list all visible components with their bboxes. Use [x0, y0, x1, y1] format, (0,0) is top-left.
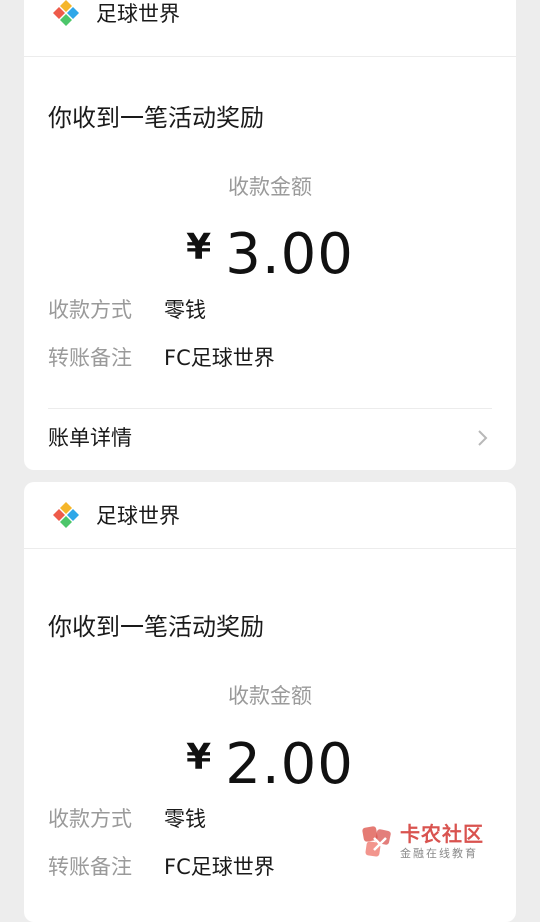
payment-method-label: 收款方式	[48, 807, 132, 831]
watermark-subtitle: 金融在线教育	[400, 847, 478, 860]
chevron-right-icon	[478, 430, 488, 446]
headline: 你收到一笔活动奖励	[48, 104, 264, 132]
amount-label: 收款金额	[228, 684, 312, 708]
bill-details-label: 账单详情	[48, 426, 132, 450]
payment-method-value: 零钱	[164, 298, 206, 322]
transfer-note-label: 转账备注	[48, 346, 132, 370]
transfer-note-value: FC足球世界	[164, 346, 275, 370]
kanong-logo-icon	[362, 826, 391, 857]
football-world-logo-icon	[53, 0, 79, 26]
transfer-note-row: 转账备注 FC足球世界	[48, 343, 492, 373]
bill-details-row[interactable]: 账单详情	[48, 418, 492, 458]
payment-method-label: 收款方式	[48, 298, 132, 322]
card-header: 足球世界	[24, 0, 516, 57]
amount: ¥3.00	[24, 218, 516, 298]
reward-card-1: 足球世界 你收到一笔活动奖励 收款金额 ¥3.00 收款方式 零钱 转账备注 F…	[24, 0, 516, 470]
currency-symbol: ¥	[186, 737, 212, 778]
app-name: 足球世界	[96, 504, 180, 528]
amount-label: 收款金额	[228, 175, 312, 199]
app-name: 足球世界	[96, 2, 180, 26]
currency-symbol: ¥	[186, 227, 212, 268]
amount: ¥2.00	[24, 728, 516, 808]
card-header: 足球世界	[24, 482, 516, 549]
amount-value: 2.00	[225, 732, 354, 797]
payment-method-row: 收款方式 零钱	[48, 295, 492, 325]
football-world-logo-icon	[53, 502, 79, 528]
transfer-note-value: FC足球世界	[164, 855, 275, 879]
divider	[48, 408, 492, 409]
watermark-title: 卡农社区	[400, 822, 484, 846]
kanong-watermark: 卡农社区 金融在线教育	[360, 822, 500, 862]
transfer-note-label: 转账备注	[48, 855, 132, 879]
payment-method-value: 零钱	[164, 807, 206, 831]
headline: 你收到一笔活动奖励	[48, 613, 264, 641]
amount-value: 3.00	[225, 222, 354, 287]
